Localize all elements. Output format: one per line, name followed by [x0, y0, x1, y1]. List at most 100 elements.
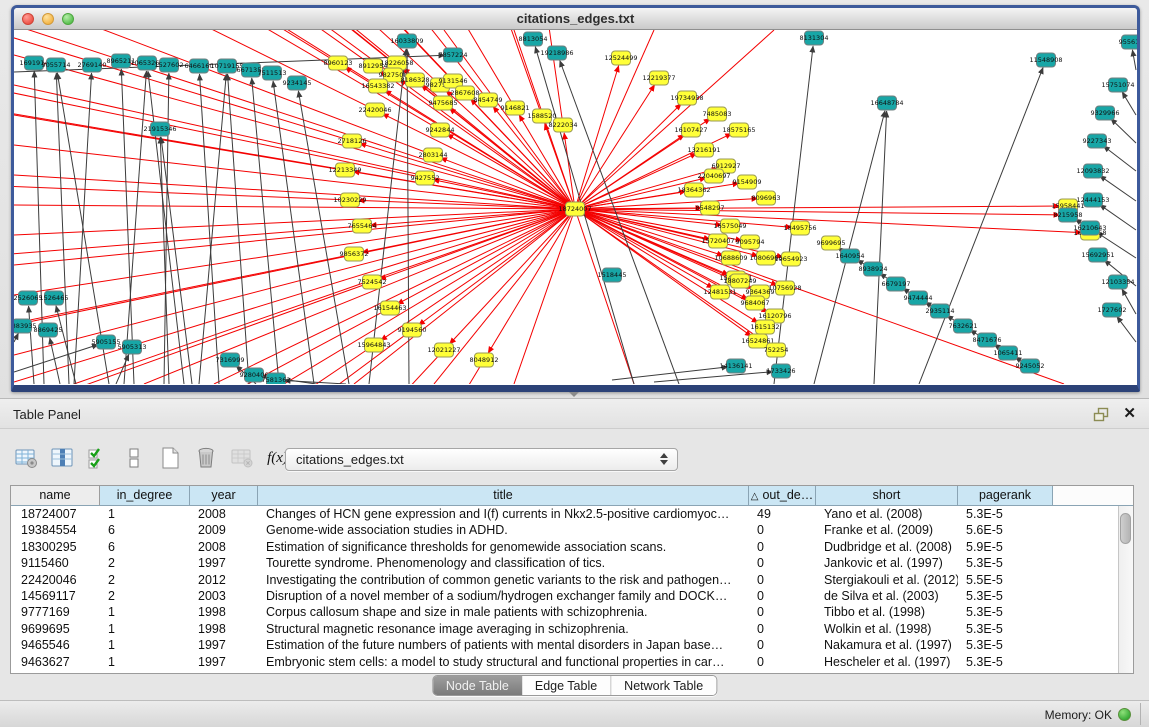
network-canvas[interactable]: 1872400789601238912954182260589827508165… — [14, 30, 1137, 384]
graph-node[interactable]: 8938924 — [859, 262, 888, 276]
delete-table-button[interactable] — [228, 445, 255, 472]
graph-node[interactable]: 9856372 — [340, 247, 369, 261]
graph-node[interactable]: 8869425 — [34, 323, 63, 337]
graph-node[interactable]: 8222034 — [549, 118, 578, 132]
table-row[interactable]: 977716911998Corpus callosum shape and si… — [11, 604, 1118, 620]
table-selector-dropdown[interactable]: citations_edges.txt — [285, 448, 678, 471]
graph-node[interactable]: 9427552 — [411, 171, 440, 185]
graph-node[interactable]: 5905313 — [118, 340, 147, 354]
graph-node[interactable]: 1727602 — [1098, 303, 1127, 317]
graph-node[interactable]: 16648784 — [870, 96, 903, 110]
graph-node[interactable]: 19218986 — [540, 46, 573, 60]
graph-node[interactable]: 16033809 — [390, 34, 423, 48]
graph-node[interactable]: 2935114 — [926, 304, 955, 318]
graph-node[interactable]: 10230229 — [333, 193, 366, 207]
graph-node[interactable]: 8454749 — [474, 93, 503, 107]
splitter-handle-icon[interactable] — [569, 392, 579, 397]
table-mode-button[interactable] — [12, 445, 39, 472]
graph-node[interactable]: 1526465 — [40, 291, 69, 305]
graph-node[interactable]: 955619 — [1119, 35, 1137, 49]
tab-edge-table[interactable]: Edge Table — [522, 676, 610, 695]
graph-node[interactable]: 18575165 — [722, 123, 755, 137]
graph-node[interactable]: 8471676 — [973, 333, 1002, 347]
table-row[interactable]: 969969511998Structural magnetic resonanc… — [11, 621, 1118, 637]
graph-node[interactable]: 21915346 — [143, 122, 176, 136]
create-column-button[interactable] — [156, 445, 183, 472]
graph-node[interactable]: 9227343 — [1083, 134, 1112, 148]
graph-node[interactable]: 9234145 — [283, 76, 312, 90]
close-panel-icon[interactable]: ✕ — [1123, 406, 1136, 422]
tab-node-table[interactable]: Node Table — [433, 676, 522, 695]
column-header-out-de-[interactable]: △out_de… — [749, 486, 816, 506]
graph-node[interactable]: 9329966 — [1091, 106, 1120, 120]
table-row[interactable]: 2242004622012Investigating the contribut… — [11, 572, 1118, 588]
graph-node[interactable]: 11548908 — [1029, 53, 1062, 67]
graph-node[interactable]: 12021227 — [427, 343, 460, 357]
graph-node[interactable]: 15720407 — [701, 234, 734, 248]
graph-node[interactable]: 6466160 — [185, 59, 214, 73]
graph-node[interactable]: 12524499 — [604, 51, 637, 65]
graph-node[interactable]: 16575049 — [713, 219, 746, 233]
column-header-pagerank[interactable]: pagerank — [958, 486, 1053, 506]
graph-node[interactable]: 12213349 — [328, 163, 361, 177]
column-header-name[interactable]: name — [11, 486, 100, 506]
graph-node[interactable]: 19654923 — [774, 252, 807, 266]
column-header-in-degree[interactable]: in_degree — [100, 486, 190, 506]
graph-node[interactable]: 8548297 — [696, 201, 725, 215]
network-window-titlebar[interactable]: citations_edges.txt — [14, 8, 1137, 30]
graph-node[interactable]: 15751074 — [1101, 78, 1134, 92]
graph-node[interactable]: 18495756 — [783, 221, 816, 235]
graph-node[interactable]: 19734938 — [670, 91, 703, 105]
graph-node[interactable]: 7857224 — [439, 48, 468, 62]
tab-network-table[interactable]: Network Table — [610, 676, 716, 695]
show-columns-button[interactable] — [48, 445, 75, 472]
graph-node[interactable]: 22040697 — [697, 169, 730, 183]
delete-column-button[interactable] — [192, 445, 219, 472]
graph-node[interactable]: 18364362 — [677, 183, 710, 197]
minimize-window-button[interactable] — [42, 13, 54, 25]
graph-node[interactable]: 2526065 — [14, 291, 42, 305]
graph-node[interactable]: 8096963 — [752, 191, 781, 205]
table-scrollbar[interactable] — [1118, 506, 1133, 673]
graph-node[interactable]: 22420046 — [358, 103, 391, 117]
graph-node[interactable]: 9194560 — [398, 323, 427, 337]
table-row[interactable]: 946362711997Embryonic stem cells: a mode… — [11, 654, 1118, 670]
graph-node[interactable]: 1065411 — [994, 346, 1023, 360]
graph-node[interactable]: 2769140 — [78, 58, 107, 72]
graph-node[interactable]: 7316999 — [216, 353, 245, 367]
graph-node[interactable]: 1615132 — [751, 320, 780, 334]
graph-node[interactable]: 1518445 — [598, 268, 627, 282]
graph-node[interactable]: 9474444 — [904, 291, 933, 305]
graph-node[interactable]: 16543382 — [361, 79, 394, 93]
graph-node[interactable]: 7511513 — [258, 66, 287, 80]
column-header-short[interactable]: short — [816, 486, 958, 506]
scrollbar-thumb[interactable] — [1120, 513, 1131, 544]
float-panel-icon[interactable] — [1093, 407, 1109, 422]
graph-node[interactable]: 12103354 — [1101, 275, 1134, 289]
graph-node[interactable]: 2803144 — [419, 148, 448, 162]
graph-node[interactable]: 1527602 — [155, 58, 184, 72]
graph-node[interactable]: 9245052 — [1016, 359, 1045, 373]
column-header-year[interactable]: year — [190, 486, 258, 506]
graph-node[interactable]: 16107427 — [674, 123, 707, 137]
graph-node[interactable]: 7632621 — [949, 319, 978, 333]
select-all-button[interactable] — [84, 445, 111, 472]
table-row[interactable]: 946554611997Estimation of the future num… — [11, 637, 1118, 653]
graph-node[interactable]: 9684067 — [741, 296, 770, 310]
close-window-button[interactable] — [22, 13, 34, 25]
graph-node[interactable]: 6679197 — [882, 277, 911, 291]
table-row[interactable]: 1830029562008Estimation of significance … — [11, 539, 1118, 555]
column-header-title[interactable]: title — [258, 486, 749, 506]
graph-node[interactable]: 9154909 — [733, 175, 762, 189]
graph-node[interactable]: 9242844 — [426, 123, 455, 137]
graph-node[interactable]: 1640954 — [836, 249, 865, 263]
table-row[interactable]: 1938455462009Genome-wide association stu… — [11, 522, 1118, 538]
graph-node[interactable]: 8131304 — [800, 31, 829, 45]
clear-selection-button[interactable] — [120, 445, 147, 472]
graph-node[interactable]: 8048912 — [470, 353, 499, 367]
graph-node[interactable]: 9699695 — [817, 236, 846, 250]
graph-node[interactable]: 8813054 — [519, 32, 548, 46]
table-row[interactable]: 1456911722003Disruption of a novel membe… — [11, 588, 1118, 604]
graph-node[interactable]: 15692951 — [1081, 248, 1114, 262]
graph-node[interactable]: 1733426 — [767, 364, 796, 378]
